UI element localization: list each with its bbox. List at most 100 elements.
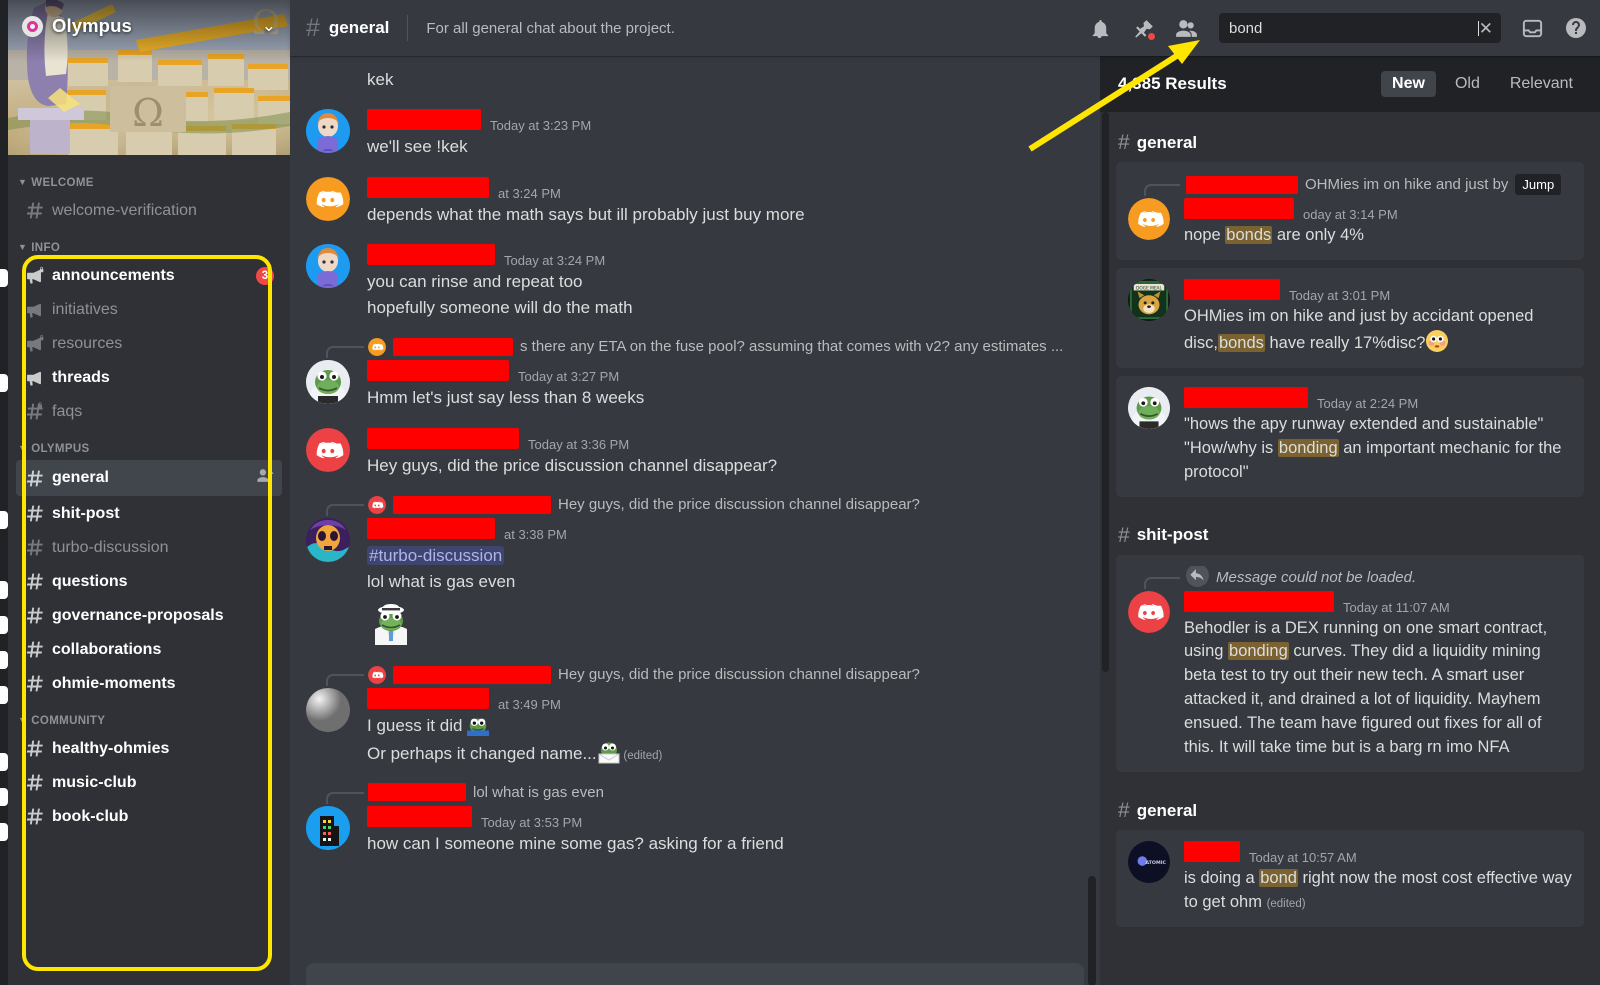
pinned-messages-icon[interactable] <box>1131 17 1156 41</box>
search-results-list[interactable]: # general OHMies im on hike and just by … <box>1100 112 1600 985</box>
sidebar-item-label: resources <box>52 334 123 352</box>
avatar[interactable] <box>306 805 350 850</box>
hash-icon <box>24 468 45 489</box>
avatar[interactable] <box>306 244 350 289</box>
sidebar-item-governance-proposals[interactable]: governance-proposals <box>16 599 282 632</box>
category-header-olympus[interactable]: ▼ OLYMPUS <box>8 429 290 459</box>
message-timestamp: Today at 3:36 PM <box>528 436 630 452</box>
tab-old[interactable]: Old <box>1444 71 1491 97</box>
sidebar-item-welcome-verification[interactable]: welcome-verification <box>16 194 282 227</box>
pepe-letter-emoji <box>597 740 620 764</box>
category-header-community[interactable]: ▼ COMMUNITY <box>8 701 290 731</box>
sidebar-item-label: healthy-ohmies <box>52 739 170 757</box>
redacted-username <box>393 665 551 684</box>
avatar[interactable] <box>1128 590 1170 633</box>
sidebar-item-turbo-discussion[interactable]: turbo-discussion <box>16 531 282 564</box>
member-list-icon[interactable] <box>1174 16 1199 41</box>
search-input[interactable]: bond ✕ <box>1219 13 1501 43</box>
message-composer[interactable] <box>306 963 1084 985</box>
svg-text:Ω: Ω <box>132 91 164 135</box>
svg-text:DOGE MEAL: DOGE MEAL <box>1136 285 1162 291</box>
inbox-icon[interactable] <box>1521 17 1544 40</box>
hash-icon <box>24 673 45 694</box>
message-text: OHMies im on hike and just by accidant o… <box>1184 306 1534 352</box>
channel-list[interactable]: ▼ WELCOME welcome-verification ▼ INFO ann… <box>8 155 290 985</box>
server-rail[interactable] <box>0 0 8 985</box>
avatar[interactable] <box>306 176 350 221</box>
sidebar-item-general[interactable]: general <box>16 460 282 496</box>
avatar[interactable] <box>1128 386 1170 429</box>
category-header-info[interactable]: ▼ INFO <box>8 228 290 258</box>
category-header-welcome[interactable]: ▼ WELCOME <box>8 163 290 193</box>
sidebar-item-label: general <box>52 469 109 486</box>
sidebar-item-label: ohmie-moments <box>52 674 176 692</box>
search-result-card[interactable]: Message could not be loaded. Today at 11… <box>1116 554 1584 773</box>
add-member-icon[interactable] <box>255 466 274 490</box>
sidebar-item-resources[interactable]: resources <box>16 327 282 360</box>
search-result-card[interactable]: Today at 2:24 PM "hows the apy runway ex… <box>1116 375 1584 497</box>
avatar[interactable]: ATOMIC <box>1128 841 1170 884</box>
sidebar-item-faqs[interactable]: faqs <box>16 395 282 428</box>
jump-button[interactable]: Jump <box>1515 174 1562 195</box>
sidebar-item-label: collaborations <box>52 640 162 658</box>
clear-x-icon[interactable]: ✕ <box>1479 20 1493 37</box>
avatar[interactable]: DOGE MEAL <box>1128 278 1170 321</box>
help-icon[interactable] <box>1564 16 1588 40</box>
avatar[interactable] <box>306 427 350 472</box>
sidebar-item-healthy-ohmies[interactable]: healthy-ohmies <box>16 732 282 765</box>
tab-new[interactable]: New <box>1381 71 1436 97</box>
result-group-shit-post[interactable]: # shit-post <box>1100 505 1594 555</box>
unread-indicator-pill <box>0 788 8 806</box>
hash-icon <box>24 738 45 759</box>
avatar-discord-orange <box>368 337 386 356</box>
message-pane[interactable]: kek Today at 3:23 PM we'll see !kek at 3… <box>290 56 1100 985</box>
reply-text: Hey guys, did the price discussion chann… <box>558 496 920 514</box>
message-scrollbar[interactable] <box>1088 876 1096 985</box>
category-label: OLYMPUS <box>31 443 90 455</box>
reply-context[interactable]: s there any ETA on the fuse pool? assumi… <box>306 335 1084 359</box>
hash-icon <box>24 200 45 221</box>
hash-icon <box>24 401 45 422</box>
avatar[interactable] <box>306 518 350 563</box>
redacted-username <box>367 360 509 382</box>
channel-mention-link[interactable]: #turbo-discussion <box>367 546 505 566</box>
reply-context[interactable]: lol what is gas even <box>306 781 1084 804</box>
chevron-down-icon[interactable]: ⌄ <box>262 16 276 36</box>
sidebar-item-collaborations[interactable]: collaborations <box>16 633 282 666</box>
redacted-username <box>367 109 481 131</box>
sidebar-item-questions[interactable]: questions <box>16 565 282 598</box>
sidebar-item-book-club[interactable]: book-club <box>16 800 282 833</box>
search-results-scrollbar[interactable] <box>1102 112 1109 672</box>
search-result-card[interactable]: OHMies im on hike and just by Jump oday … <box>1116 162 1584 260</box>
sidebar-item-ohmie-moments[interactable]: ohmie-moments <box>16 667 282 700</box>
avatar[interactable] <box>306 688 350 733</box>
announcement-icon <box>24 265 45 286</box>
sidebar-item-shit-post[interactable]: shit-post <box>16 497 282 530</box>
sidebar-item-initiatives[interactable]: initiatives <box>16 293 282 326</box>
tab-relevant[interactable]: Relevant <box>1499 71 1584 97</box>
search-result-card[interactable]: ATOMIC Today at 10:57 AM is doing a bond… <box>1116 830 1584 927</box>
message: Today at 3:23 PM we'll see !kek <box>306 107 1084 158</box>
search-result-count: 4,385 Results <box>1118 74 1227 93</box>
avatar[interactable] <box>1128 198 1170 240</box>
message: at 3:38 PM #turbo-discussion lol what is … <box>306 516 1084 647</box>
sidebar-item-announcements[interactable]: announcements 3 <box>16 259 282 292</box>
server-header[interactable]: Olympus ⌄ <box>8 0 290 52</box>
server-banner[interactable]: Ω Ω Olympus ⌄ <box>8 0 290 155</box>
avatar[interactable] <box>306 360 350 405</box>
result-group-general[interactable]: # general <box>1100 780 1594 830</box>
reply-context[interactable]: Hey guys, did the price discussion chann… <box>306 493 1084 517</box>
pin-alert-dot <box>1147 31 1156 41</box>
result-group-general[interactable]: # general <box>1100 112 1594 162</box>
reply-context[interactable]: Hey guys, did the price discussion chann… <box>306 663 1084 687</box>
hash-icon <box>24 605 45 626</box>
verified-badge-icon <box>22 15 43 37</box>
notification-bell-icon[interactable] <box>1088 17 1111 40</box>
search-result-card[interactable]: DOGE MEAL Today at 3:01 PM OHMies im on … <box>1116 267 1584 368</box>
message-timestamp: at 3:38 PM <box>504 527 567 543</box>
sidebar-item-threads[interactable]: threads <box>16 361 282 394</box>
avatar[interactable] <box>306 109 350 154</box>
sidebar-item-music-club[interactable]: music-club <box>16 766 282 799</box>
message: at 3:24 PM depends what the math says bu… <box>306 175 1084 226</box>
divider <box>407 15 409 41</box>
